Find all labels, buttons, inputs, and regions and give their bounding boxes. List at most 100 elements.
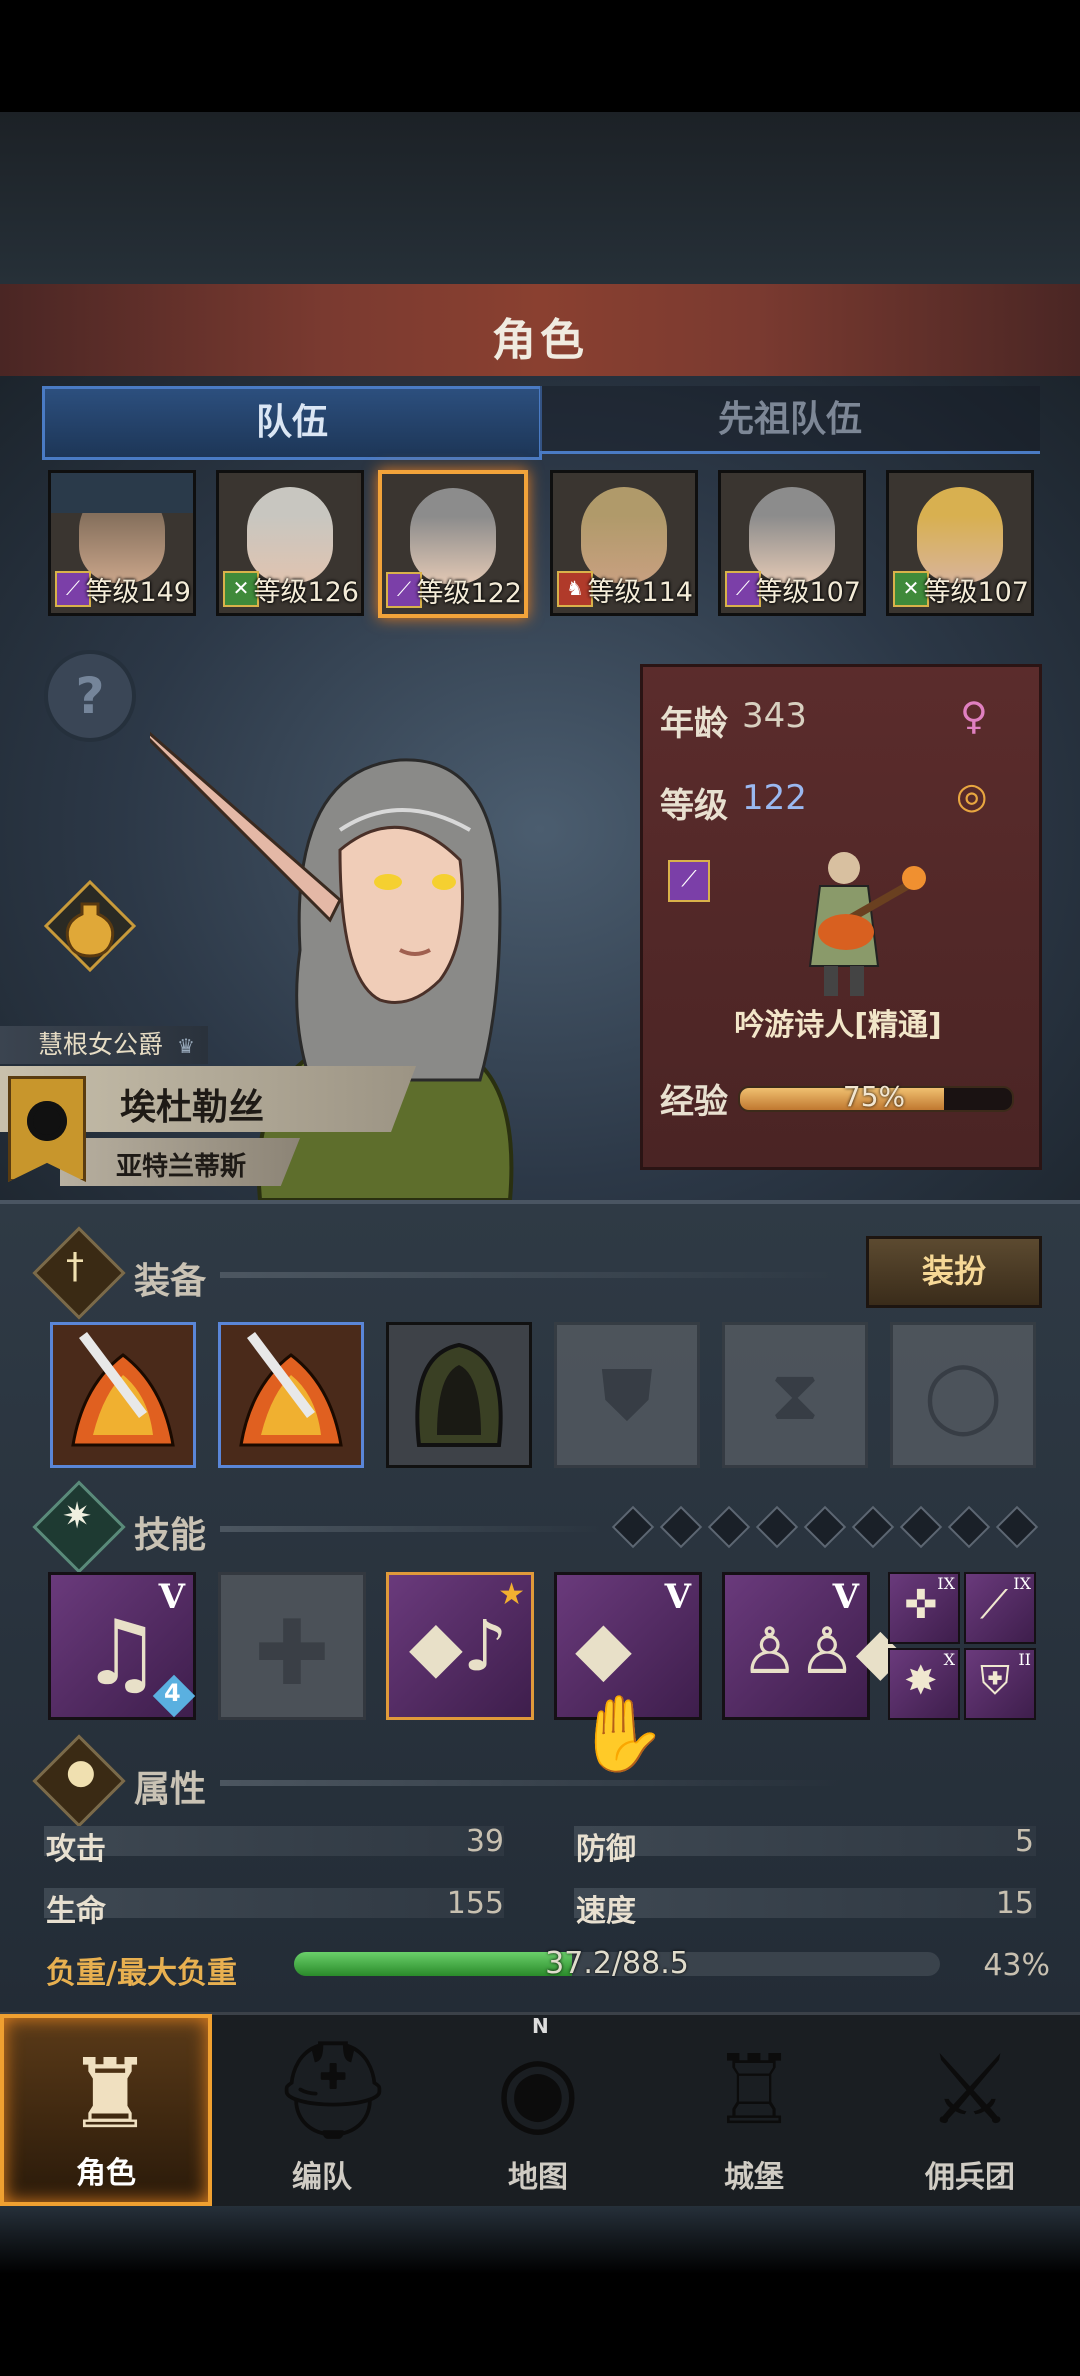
target-skill-icon: ✜ xyxy=(904,1582,938,1628)
nav-label: 编队 xyxy=(292,2160,352,2195)
hero-card-4[interactable]: ♞ 等级114 xyxy=(550,470,698,616)
hero-level: 等级107 xyxy=(923,577,1029,608)
potion-button[interactable] xyxy=(43,879,137,973)
equip-slot-head[interactable] xyxy=(386,1322,532,1468)
load-value: 37.2/88.5 xyxy=(545,1946,689,1981)
compass-north-label: N xyxy=(532,2014,549,2038)
skill-rank: V xyxy=(158,1577,185,1617)
status-bar-area xyxy=(0,0,1080,112)
crown-icon: ♛ xyxy=(176,1034,195,1058)
region-name: 亚特兰蒂斯 xyxy=(116,1152,247,1182)
skill-badge: 4 xyxy=(164,1679,181,1707)
crystal-hand-skill-icon: ◆✋ xyxy=(575,1605,668,1777)
equip-slot-ring[interactable]: ◯ xyxy=(890,1322,1036,1468)
nav-label: 角色 xyxy=(76,2156,136,2191)
nav-label: 地图 xyxy=(508,2160,568,2195)
nav-formation[interactable]: ⛑ 编队 xyxy=(216,2014,428,2206)
bard-class-icon: ⟋ xyxy=(668,860,710,902)
hero-portrait xyxy=(581,487,667,583)
load-percent: 43% xyxy=(983,1948,1050,1983)
star-glyph: ✷ xyxy=(62,1496,93,1537)
help-button[interactable]: ? xyxy=(44,650,136,742)
dagger-glyph: † xyxy=(66,1246,84,1287)
header-background xyxy=(0,112,1080,284)
hood-icon xyxy=(389,1325,529,1465)
attack-value: 39 xyxy=(465,1824,504,1859)
spear-skill-icon: ⟋ xyxy=(980,1582,1008,1628)
equip-slot-weapon-2[interactable] xyxy=(218,1322,364,1468)
defense-value: 5 xyxy=(1014,1824,1034,1859)
nav-label: 佣兵团 xyxy=(925,2160,1015,2195)
age-label: 年龄 xyxy=(660,704,728,744)
potion-icon xyxy=(43,879,137,973)
class-name: 吟游诗人[精通] xyxy=(734,1008,942,1043)
skill-rank: V xyxy=(832,1577,859,1617)
tab-team[interactable]: 队伍 xyxy=(42,386,542,460)
skill-slot-empty[interactable]: ✚ xyxy=(218,1572,366,1720)
skill-slot-4[interactable]: ◆✋ V xyxy=(554,1572,702,1777)
castle-icon: ♖ xyxy=(710,2034,798,2146)
hero-level: 等级114 xyxy=(587,577,693,608)
screen-title-bar: 角色 xyxy=(0,284,1080,379)
attributes-title: 属性 xyxy=(134,1769,207,1810)
crowd-crystal-skill-icon: ♙♙◆ xyxy=(741,1615,905,1689)
noble-title-text: 慧根女公爵 xyxy=(38,1030,164,1059)
equip-slot-weapon-1[interactable] xyxy=(50,1322,196,1468)
hero-card-5[interactable]: ⟋ 等级107 xyxy=(718,470,866,616)
load-label: 负重/最大负重 xyxy=(46,1956,237,1991)
hp-label: 生命 xyxy=(46,1894,106,1929)
hero-card-1[interactable]: ⟋ 等级149 xyxy=(48,470,196,616)
hero-card-6[interactable]: ✕ 等级107 xyxy=(886,470,1034,616)
equip-slot-armor[interactable]: ⛊ xyxy=(554,1322,700,1468)
armor-icon: ⛊ xyxy=(600,1354,654,1436)
hero-portrait xyxy=(917,487,1003,583)
mini-skill-rank: II xyxy=(1018,1650,1031,1669)
hp-value: 155 xyxy=(446,1886,504,1921)
nav-label: 城堡 xyxy=(724,2160,784,2195)
level-value: 122 xyxy=(742,778,807,818)
region-plate: 亚特兰蒂斯 xyxy=(60,1138,300,1186)
mini-skill-1[interactable]: ✜ IX xyxy=(888,1572,960,1644)
skill-slot-5[interactable]: ♙♙◆ V xyxy=(722,1572,905,1720)
empty-skill-slot-icon: ✚ xyxy=(254,1601,330,1706)
mini-skill-4[interactable]: ⛨ II xyxy=(964,1648,1036,1720)
bard-figure xyxy=(784,842,934,1002)
hero-card-2[interactable]: ✕ 等级126 xyxy=(216,470,364,616)
skill-slot-3[interactable]: ◆♪ ★ xyxy=(386,1572,534,1720)
compass-map-icon: ◉ xyxy=(496,2034,580,2146)
knight-icon: ♜ xyxy=(66,2038,154,2150)
nav-mercenary[interactable]: ⚔ 佣兵团 xyxy=(864,2014,1076,2206)
hero-level: 等级149 xyxy=(85,577,191,608)
skill-slot-1[interactable]: ♫ V 4 xyxy=(48,1572,196,1720)
hero-level: 等级107 xyxy=(755,577,861,608)
defense-label: 防御 xyxy=(576,1832,636,1867)
mini-skill-2[interactable]: ⟋ IX xyxy=(964,1572,1036,1644)
hat-icon xyxy=(51,473,193,513)
attack-label: 攻击 xyxy=(46,1832,106,1867)
mini-skill-rank: X xyxy=(943,1650,955,1669)
mini-skill-rank: IX xyxy=(1013,1574,1031,1593)
person-glyph: ● xyxy=(66,1752,96,1792)
nav-castle[interactable]: ♖ 城堡 xyxy=(648,2014,860,2206)
gold-star-icon: ★ xyxy=(498,1577,525,1612)
nav-map[interactable]: ◉ N 地图 xyxy=(432,2014,644,2206)
hero-level: 等级122 xyxy=(416,578,522,609)
flame-weapon-icon xyxy=(53,1325,193,1465)
noble-title: 慧根女公爵 ♛ xyxy=(0,1026,208,1064)
mercenary-icon: ⚔ xyxy=(926,2034,1014,2146)
hero-card-3-selected[interactable]: ⟋ 等级122 xyxy=(378,470,528,618)
mini-skill-rank: IX xyxy=(937,1574,955,1593)
tab-ancestor-team[interactable]: 先祖队伍 xyxy=(540,386,1040,454)
female-icon: ♀ xyxy=(960,694,988,738)
nav-character[interactable]: ♜ 角色 xyxy=(0,2014,212,2206)
skills-title: 技能 xyxy=(134,1515,207,1556)
outfit-button[interactable]: 装扮 xyxy=(866,1236,1042,1308)
sun-emblem-icon xyxy=(27,1101,67,1141)
shield-skill-icon: ⛨ xyxy=(980,1658,1010,1704)
mini-skill-3[interactable]: ✸ X xyxy=(888,1648,960,1720)
equip-slot-boots[interactable]: ⧗ xyxy=(722,1322,868,1468)
section-divider xyxy=(220,1272,840,1278)
flame-weapon-icon xyxy=(221,1325,361,1465)
speed-value: 15 xyxy=(995,1886,1034,1921)
burst-skill-icon: ✸ xyxy=(904,1658,938,1704)
